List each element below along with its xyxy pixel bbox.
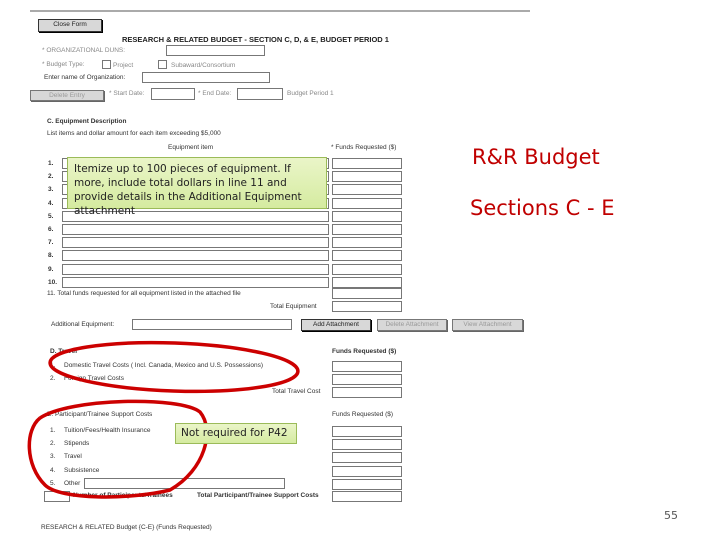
page-number: 55: [664, 509, 678, 522]
slide-title-line1: R&R Budget: [472, 145, 600, 169]
highlight-rings: [27, 340, 300, 499]
slide-title-line2: Sections C - E: [470, 196, 615, 220]
equipment-callout: Itemize up to 100 pieces of equipment. I…: [67, 157, 327, 217]
travel-highlight-ring: [48, 340, 300, 394]
participant-highlight-ring: [27, 399, 209, 499]
participant-callout: Not required for P42: [175, 423, 297, 444]
